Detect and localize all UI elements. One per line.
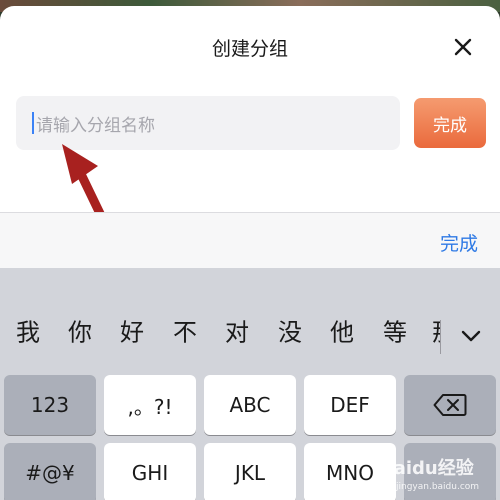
candidate-word[interactable]: 等	[383, 313, 407, 348]
candidate-word[interactable]: 那	[432, 313, 440, 348]
sheet-title: 创建分组	[211, 38, 288, 60]
candidate-divider	[440, 320, 441, 354]
key-mno[interactable]: MNO	[304, 443, 396, 500]
text-caret	[32, 112, 34, 134]
backspace-icon	[433, 394, 467, 416]
key-punctuation[interactable]: ,。?!	[104, 375, 196, 435]
done-button[interactable]: 完成	[414, 98, 486, 148]
key-abc[interactable]: ABC	[204, 375, 296, 435]
create-group-sheet: 创建分组 请输入分组名称 完成	[0, 6, 500, 216]
chevron-down-icon	[461, 330, 481, 342]
expand-candidates-button[interactable]	[456, 324, 486, 348]
group-name-placeholder: 请输入分组名称	[36, 115, 155, 136]
close-icon	[454, 38, 472, 56]
key-123[interactable]: 123	[4, 375, 96, 435]
candidate-word[interactable]: 你	[68, 313, 92, 348]
candidate-bar: 我 你 好 不 对 没 他 等 那	[0, 268, 500, 354]
key-symbols[interactable]: #@¥	[4, 443, 96, 500]
keyboard: 我 你 好 不 对 没 他 等 那 123 ,。?! ABC DEF #@¥ G…	[0, 268, 500, 500]
key-def[interactable]: DEF	[304, 375, 396, 435]
close-button[interactable]	[448, 32, 478, 62]
candidate-word[interactable]: 对	[225, 313, 249, 348]
candidate-word[interactable]: 好	[120, 313, 144, 348]
key-jkl[interactable]: JKL	[204, 443, 296, 500]
group-name-input[interactable]: 请输入分组名称	[16, 96, 400, 150]
keyboard-toolbar: 完成	[0, 212, 500, 268]
candidate-word[interactable]: 我	[16, 313, 40, 348]
backspace-key[interactable]	[404, 375, 496, 435]
candidate-word[interactable]: 他	[330, 313, 354, 348]
toolbar-done-button[interactable]: 完成	[440, 229, 478, 256]
key-ghi[interactable]: GHI	[104, 443, 196, 500]
candidate-word[interactable]: 没	[278, 313, 302, 348]
key-row2-right[interactable]	[404, 443, 496, 500]
candidate-word[interactable]: 不	[173, 313, 197, 348]
